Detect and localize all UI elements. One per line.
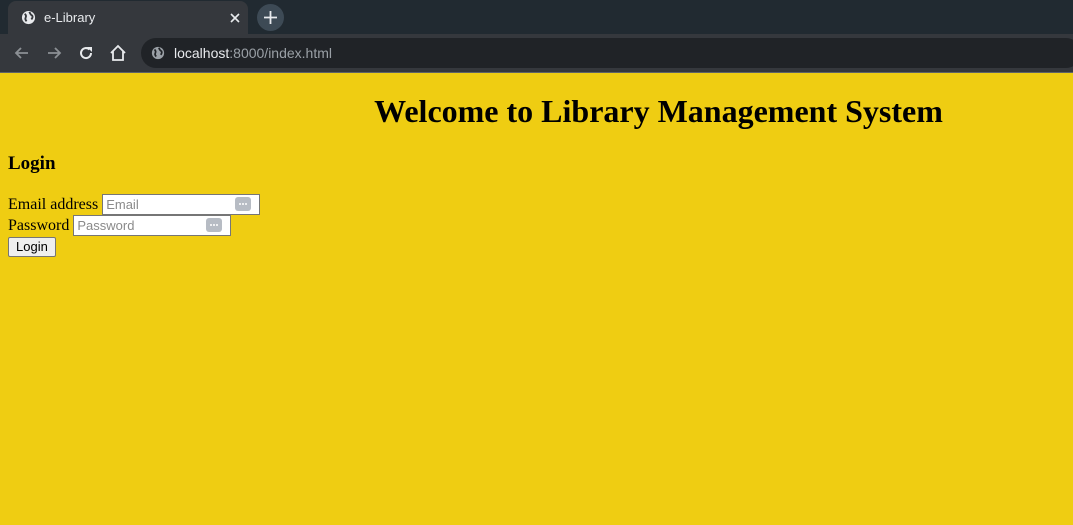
tab-title: e-Library bbox=[44, 10, 96, 25]
browser-toolbar: localhost:8000/index.html bbox=[0, 34, 1073, 72]
email-field-wrapper bbox=[102, 194, 261, 215]
address-bar[interactable]: localhost:8000/index.html bbox=[141, 38, 1073, 68]
browser-tab[interactable]: e-Library bbox=[8, 1, 248, 34]
password-row: Password bbox=[8, 215, 232, 236]
home-icon[interactable] bbox=[108, 43, 128, 63]
new-tab-button[interactable] bbox=[257, 4, 284, 31]
password-field[interactable] bbox=[74, 216, 205, 235]
url-host: localhost bbox=[174, 45, 230, 61]
url-text: localhost:8000/index.html bbox=[174, 45, 332, 61]
close-icon[interactable] bbox=[228, 11, 242, 25]
globe-icon bbox=[21, 10, 36, 25]
email-row: Email address bbox=[8, 194, 261, 215]
email-field[interactable] bbox=[103, 195, 234, 214]
email-label: Email address bbox=[8, 195, 99, 213]
login-heading: Login bbox=[8, 153, 56, 174]
autofill-key-icon[interactable] bbox=[235, 197, 252, 211]
globe-icon[interactable] bbox=[151, 46, 165, 60]
password-label: Password bbox=[8, 216, 70, 234]
page-title: Welcome to Library Management System bbox=[374, 93, 943, 129]
reload-icon[interactable] bbox=[76, 43, 96, 63]
login-button[interactable]: Login bbox=[8, 237, 56, 257]
forward-arrow-icon[interactable] bbox=[44, 43, 64, 63]
page-content: Welcome to Library Management System Log… bbox=[0, 73, 1073, 525]
browser-tab-strip: e-Library bbox=[0, 0, 1073, 34]
password-field-wrapper bbox=[73, 215, 232, 236]
url-path: :8000/index.html bbox=[229, 45, 332, 61]
plus-icon bbox=[264, 11, 277, 24]
autofill-key-icon[interactable] bbox=[206, 218, 223, 232]
back-arrow-icon[interactable] bbox=[12, 43, 32, 63]
